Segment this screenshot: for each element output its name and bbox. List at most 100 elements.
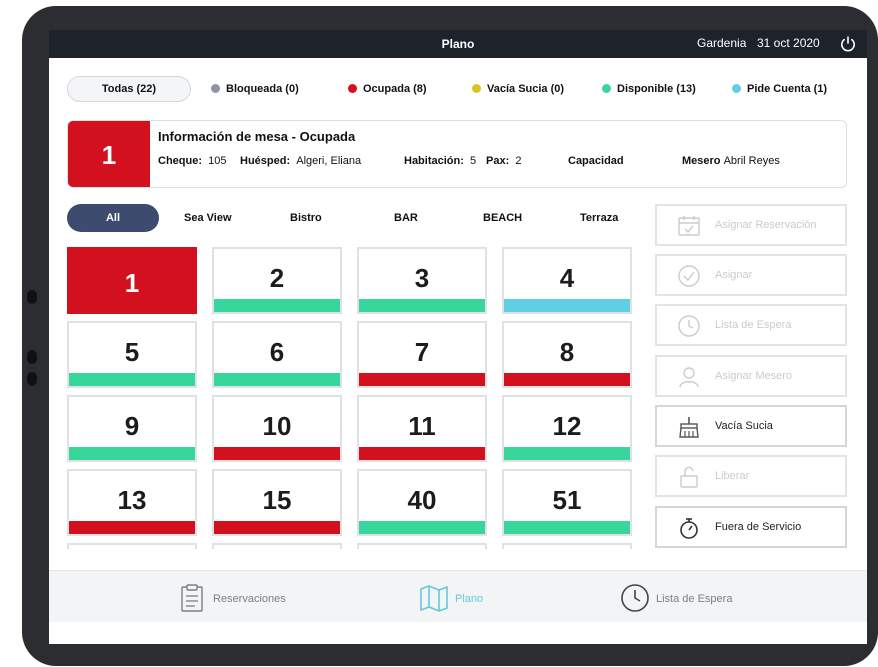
table-number: 7 (414, 337, 430, 367)
pax-info: Pax: 2 (486, 155, 522, 167)
filter-ocupada[interactable]: Ocupada (8) (348, 83, 427, 95)
asignar-reservacion-button[interactable]: Asignar Reservación (655, 204, 847, 246)
table-number: 12 (552, 411, 582, 441)
filter-disponible[interactable]: Disponible (13) (602, 83, 696, 95)
table-number: 13 (117, 485, 147, 515)
clock-icon (621, 584, 649, 612)
tab-bar[interactable]: BAR (394, 212, 418, 224)
table-tile[interactable]: 2 (212, 247, 342, 314)
status-bar (214, 521, 340, 534)
tab-bistro[interactable]: Bistro (290, 212, 322, 224)
table-tile[interactable]: 51 (502, 469, 632, 536)
filter-all[interactable]: Todas (22) (67, 76, 191, 102)
tablet-side-button (27, 350, 37, 364)
table-tile[interactable] (212, 543, 342, 549)
status-filters: Todas (22) Bloqueada (0) Ocupada (8) Vac… (67, 76, 847, 102)
tab-beach[interactable]: BEACH (483, 212, 522, 224)
capacidad-info: Capacidad (568, 155, 624, 167)
table-tile[interactable] (502, 543, 632, 549)
table-number: 1 (124, 268, 140, 298)
filter-pide-cuenta[interactable]: Pide Cuenta (1) (732, 83, 827, 95)
table-number: 3 (414, 263, 430, 293)
table-number: 15 (262, 485, 292, 515)
table-tile[interactable]: 1 (67, 247, 197, 314)
user-icon (679, 367, 699, 388)
tab-all[interactable]: All (67, 204, 159, 232)
status-dot (602, 84, 611, 93)
hotel-name: Gardenia (697, 36, 747, 50)
table-tile[interactable]: 4 (502, 247, 632, 314)
table-info-panel: 1 Información de mesa - Ocupada Cheque: … (67, 120, 847, 188)
table-tile[interactable]: 15 (212, 469, 342, 536)
lista-espera-button[interactable]: Lista de Espera (655, 304, 847, 346)
filter-vacia-sucia[interactable]: Vacía Sucia (0) (472, 83, 564, 95)
status-dot (732, 84, 741, 93)
nav-reservaciones[interactable]: Reservaciones (177, 583, 317, 613)
nav-label: Plano (455, 593, 484, 605)
action-label: Asignar (715, 269, 753, 281)
table-tile[interactable]: 12 (502, 395, 632, 462)
tab-terraza[interactable]: Terraza (580, 212, 618, 224)
action-panel: Asignar Reservación Asignar Lista de Esp… (655, 204, 847, 550)
pax-value: 2 (515, 155, 522, 167)
stopwatch-icon (680, 518, 698, 539)
table-tile[interactable]: 10 (212, 395, 342, 462)
table-info-title: Información de mesa - Ocupada (158, 129, 356, 144)
cheque-info: Cheque: 105 (158, 155, 226, 167)
nav-label: Reservaciones (213, 593, 286, 605)
table-tile[interactable]: 7 (357, 321, 487, 388)
table-tile[interactable]: 3 (357, 247, 487, 314)
status-bar (359, 521, 485, 534)
tablet-side-button (27, 372, 37, 386)
table-tile[interactable]: 9 (67, 395, 197, 462)
habitacion-info: Habitación: 5 (404, 155, 476, 167)
table-number: 11 (408, 411, 436, 441)
mesero-info: Mesero Abril Reyes (682, 155, 780, 167)
status-dot (211, 84, 220, 93)
action-label: Lista de Espera (715, 319, 792, 331)
vacia-sucia-button[interactable]: Vacía Sucia (655, 405, 847, 447)
asignar-button[interactable]: Asignar (655, 254, 847, 296)
table-number: 9 (124, 411, 140, 441)
table-tile[interactable]: 11 (357, 395, 487, 462)
asignar-mesero-button[interactable]: Asignar Mesero (655, 355, 847, 397)
liberar-button[interactable]: Liberar (655, 455, 847, 497)
nav-lista-espera[interactable]: Lista de Espera (620, 583, 760, 613)
mesero-value: Abril Reyes (723, 155, 780, 167)
nav-plano[interactable]: Plano (419, 583, 499, 613)
table-number: 40 (407, 485, 437, 515)
status-bar (359, 373, 485, 386)
table-tile[interactable] (357, 543, 487, 549)
table-tile[interactable] (67, 543, 197, 549)
filter-bloqueada[interactable]: Bloqueada (0) (211, 83, 299, 95)
top-bar: Plano Gardenia 31 oct 2020 (49, 30, 867, 58)
table-tile[interactable]: 8 (502, 321, 632, 388)
action-label: Fuera de Servicio (715, 521, 802, 533)
table-tile[interactable]: 13 (67, 469, 197, 536)
status-bar (504, 299, 630, 312)
status-bar (214, 299, 340, 312)
check-circle-icon (678, 265, 700, 287)
cheque-value: 105 (208, 155, 227, 167)
table-tile[interactable]: 40 (357, 469, 487, 536)
habitacion-value: 5 (470, 155, 477, 167)
table-tile[interactable]: 5 (67, 321, 197, 388)
capacidad-label: Capacidad (568, 155, 624, 167)
status-bar (69, 447, 195, 460)
status-dot (348, 84, 357, 93)
table-number: 5 (124, 337, 140, 367)
cheque-label: Cheque: (158, 155, 202, 167)
fuera-servicio-button[interactable]: Fuera de Servicio (655, 506, 847, 548)
bottom-nav: Reservaciones Plano Lista de Espera (49, 570, 867, 622)
current-date: 31 oct 2020 (757, 36, 820, 50)
power-icon[interactable] (839, 35, 857, 53)
huesped-label: Huésped: (240, 155, 291, 167)
table-tile[interactable]: 6 (212, 321, 342, 388)
status-bar (359, 299, 485, 312)
tab-sea-view[interactable]: Sea View (184, 212, 232, 224)
filter-label: Ocupada (8) (363, 83, 427, 95)
status-bar (504, 521, 630, 534)
table-number: 2 (269, 263, 285, 293)
mesero-label: Mesero (682, 155, 721, 167)
clock-icon (678, 315, 700, 337)
